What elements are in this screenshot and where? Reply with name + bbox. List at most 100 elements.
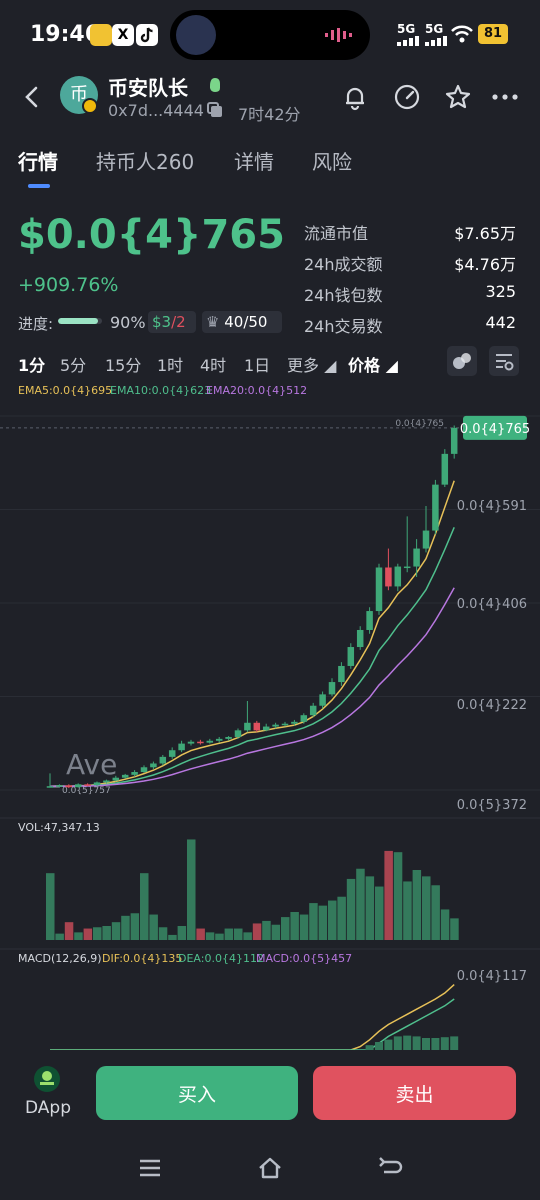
more-icon[interactable] — [490, 82, 520, 112]
candle-body — [422, 530, 430, 549]
dynamic-island[interactable] — [170, 10, 370, 60]
volume-bar — [281, 917, 290, 940]
current-price: $0.0{4}765 — [18, 212, 285, 258]
sell-button[interactable]: 卖出 — [313, 1066, 516, 1120]
star-icon[interactable] — [443, 82, 473, 112]
volume-bar — [365, 876, 375, 940]
candle-body — [356, 629, 364, 648]
token-name: 币安队长 — [108, 76, 188, 100]
volume-bar — [83, 928, 93, 940]
crown-pill[interactable]: ♛ 40/50 — [202, 311, 282, 333]
dapp-icon[interactable] — [34, 1066, 60, 1092]
volume-bar — [74, 932, 83, 940]
macd-histogram-bar — [393, 1036, 402, 1050]
volume-bar — [299, 914, 309, 940]
volume-bar — [252, 923, 262, 940]
volume-bar — [234, 928, 243, 940]
candle-body — [159, 756, 167, 764]
candle-body — [413, 548, 420, 567]
tiktok-icon — [136, 24, 158, 46]
bell-icon[interactable] — [340, 82, 370, 112]
candle-body — [375, 567, 383, 612]
status-bar: 19:46 X 5G 5G 81 — [0, 0, 540, 70]
chain-badge-icon — [82, 98, 98, 114]
current-price-line-label: 0.0{4}765 — [395, 419, 444, 429]
macd-dif-label: DIF:0.0{4}135 — [102, 952, 182, 965]
candle-body — [385, 567, 392, 587]
current-price-tag-text: 0.0{4}765 — [460, 422, 530, 437]
candle-body — [281, 723, 289, 726]
macd-histogram-bar — [450, 1036, 459, 1050]
tab-market[interactable]: 行情 — [18, 146, 58, 175]
indicator-settings-icon[interactable] — [447, 346, 477, 376]
back-nav-icon[interactable] — [376, 1154, 404, 1182]
candlestick-chart[interactable]: Ave 0.0{4}765 0.0{4}765 0.0{4}591 0.0{4}406 0… — [0, 398, 540, 1050]
x-icon: X — [112, 24, 134, 46]
volume-bar — [431, 885, 440, 940]
money-bag-pill[interactable]: $3/2 — [148, 311, 196, 333]
macd-axis-tick: 0.0{4}117 — [457, 969, 527, 984]
timeframe-4[interactable]: 4时 — [200, 352, 226, 376]
ema10-label: EMA10:0.0{4}623 — [110, 384, 212, 397]
timeframe-5[interactable]: 1日 — [244, 352, 270, 376]
volume-bar — [102, 926, 111, 940]
home-nav-icon[interactable] — [256, 1154, 284, 1182]
volume-bar — [168, 934, 177, 940]
timeframe-2[interactable]: 15分 — [105, 352, 141, 376]
volume-bar — [403, 881, 412, 940]
stat-value: 325 — [485, 282, 516, 301]
macd-histogram-bar — [384, 1039, 393, 1050]
progress-fill — [58, 318, 98, 324]
candle-body — [403, 566, 411, 569]
timeframe-3[interactable]: 1时 — [157, 352, 183, 376]
macd-histogram-bar — [440, 1037, 449, 1050]
menu-nav-icon[interactable] — [136, 1154, 164, 1182]
buy-button[interactable]: 买入 — [96, 1066, 298, 1120]
volume-bar — [140, 873, 149, 940]
volume-bar — [271, 924, 281, 940]
macd-histogram-bar — [431, 1038, 440, 1050]
timeframe-6[interactable]: 更多 ◢ — [287, 352, 336, 376]
candle-body — [319, 694, 326, 706]
volume-bar — [290, 912, 299, 940]
signal-label-1: 5G — [397, 22, 416, 36]
y-axis-tick: 0.0{4}222 — [457, 698, 527, 713]
volume-bar — [55, 933, 64, 940]
candle-body — [272, 724, 279, 727]
token-address: 0x7d...4444 — [108, 101, 204, 120]
candle-body — [74, 784, 82, 788]
tab-details[interactable]: 详情 — [234, 146, 274, 175]
gauge-icon[interactable] — [392, 82, 422, 112]
candle-body — [244, 722, 251, 731]
volume-bar — [318, 905, 328, 940]
volume-label: VOL:47,347.13 — [18, 821, 100, 834]
candle-body — [262, 726, 270, 731]
candle-body — [187, 741, 195, 744]
back-icon[interactable] — [18, 82, 48, 112]
macd-dif-line — [50, 983, 455, 1050]
volume-bar — [205, 932, 215, 940]
chart-settings-icon[interactable] — [489, 346, 519, 376]
tab-indicator — [28, 184, 50, 188]
volume-bar — [64, 922, 74, 940]
tab-risk[interactable]: 风险 — [312, 146, 352, 175]
stat-label: 流通市值 — [304, 224, 369, 243]
progress-percent: 90% — [110, 313, 146, 332]
timeframe-7[interactable]: 价格 ◢ — [348, 352, 398, 376]
candle-body — [121, 774, 129, 778]
candle-body — [84, 784, 91, 786]
tab-holders[interactable]: 持币人260 — [96, 146, 194, 175]
signal-bars-2-icon — [425, 36, 447, 46]
low-price-marker: 0.0{5}757 — [62, 786, 111, 796]
timeframe-1[interactable]: 5分 — [60, 352, 86, 376]
macd-histogram-bar — [375, 1042, 383, 1050]
timeframe-0[interactable]: 1分 — [18, 352, 45, 376]
dapp-label[interactable]: DApp — [25, 1098, 71, 1118]
wifi-icon — [451, 25, 473, 43]
copy-icon[interactable] — [206, 101, 224, 119]
stat-label: 24h钱包数 — [304, 286, 383, 305]
candle-body — [309, 705, 317, 716]
candle-body — [291, 721, 298, 724]
volume-bar — [384, 850, 393, 940]
signal-label-2: 5G — [425, 22, 444, 36]
